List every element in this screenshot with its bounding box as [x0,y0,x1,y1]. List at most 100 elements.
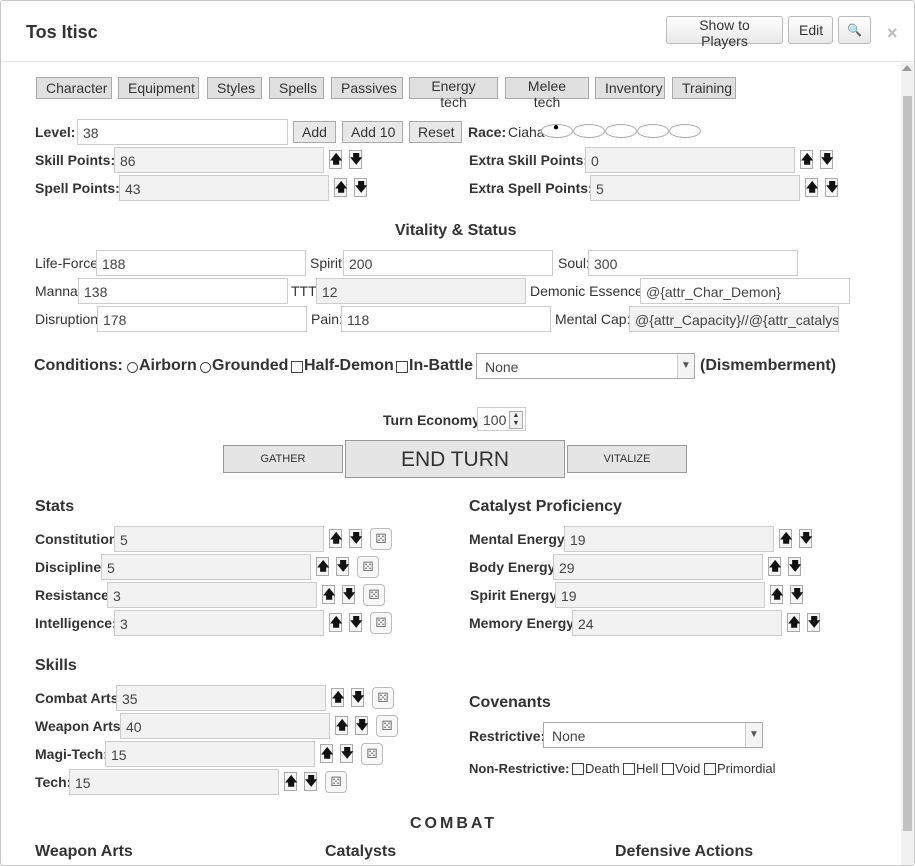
discipline-roll-dice-icon[interactable]: ⚄ [357,556,379,578]
covenant-hell-checkbox[interactable] [623,763,635,775]
extra-spell-points-input[interactable]: 5 [590,175,800,201]
body-energy-up-arrow-icon[interactable]: 🡅 [768,557,781,576]
spirit-energy-input[interactable]: 19 [555,582,765,608]
spirit-energy-down-arrow-icon[interactable]: 🡇 [790,585,803,604]
extra-spell-points-down-arrow-icon[interactable]: 🡇 [825,178,838,197]
search-button[interactable]: 🔍 [838,16,871,44]
intelligence-down-arrow-icon[interactable]: 🡇 [349,613,362,632]
add-level-button[interactable]: Add [293,121,336,143]
close-icon[interactable]: × [887,23,898,44]
magi-tech-roll-dice-icon[interactable]: ⚄ [361,743,383,765]
disruption-input[interactable]: 178 [97,306,307,332]
level-input[interactable]: 38 [77,119,288,145]
resistance-roll-dice-icon[interactable]: ⚄ [363,584,385,606]
skill-points-input[interactable]: 86 [114,147,324,173]
restrictive-select[interactable]: None ▼ [543,722,763,748]
reset-level-button[interactable]: Reset [409,121,462,143]
spell-points-input[interactable]: 43 [119,175,329,201]
tab-character[interactable]: Character [36,77,112,99]
covenant-void-checkbox[interactable] [662,763,674,775]
skill-points-up-arrow-icon[interactable]: 🡅 [329,150,342,169]
dismemberment-select[interactable]: None ▼ [476,353,695,379]
constitution-input[interactable]: 5 [114,526,324,552]
end-turn-button[interactable]: END TURN [345,440,565,478]
airborne-radio[interactable] [127,362,138,373]
tech-down-arrow-icon[interactable]: 🡇 [304,772,317,791]
weapon-arts-input[interactable]: 40 [120,713,330,739]
grounded-radio[interactable] [200,362,211,373]
ttt-input[interactable]: 12 [316,278,526,304]
soul-input[interactable]: 300 [588,250,798,276]
discipline-input[interactable]: 5 [101,554,311,580]
weapon-arts-roll-dice-icon[interactable]: ⚄ [376,715,398,737]
race-option-5[interactable] [669,124,701,138]
in-battle-checkbox[interactable] [396,361,408,373]
manna-input[interactable]: 138 [78,278,288,304]
mental-energy-input[interactable]: 19 [564,526,774,552]
mental-energy-up-arrow-icon[interactable]: 🡅 [779,529,792,548]
combat-arts-roll-dice-icon[interactable]: ⚄ [372,687,394,709]
resistance-up-arrow-icon[interactable]: 🡅 [322,585,335,604]
constitution-up-arrow-icon[interactable]: 🡅 [329,529,342,548]
spirit-energy-up-arrow-icon[interactable]: 🡅 [770,585,783,604]
intelligence-input[interactable]: 3 [114,610,324,636]
spell-points-down-arrow-icon[interactable]: 🡇 [354,178,367,197]
tab-equipment[interactable]: Equipment [118,77,199,99]
memory-energy-down-arrow-icon[interactable]: 🡇 [807,613,820,632]
edit-button[interactable]: Edit [788,16,833,44]
constitution-roll-dice-icon[interactable]: ⚄ [370,528,392,550]
turn-economy-input[interactable]: 100 ▲ ▼ [477,407,526,431]
add-10-levels-button[interactable]: Add 10 [342,121,403,143]
spinner-icon[interactable]: ▲ ▼ [509,411,523,429]
extra-skill-points-up-arrow-icon[interactable]: 🡅 [800,150,813,169]
tab-melee-tech[interactable]: Melee tech [505,77,589,110]
magi-tech-input[interactable]: 15 [105,741,315,767]
resistance-input[interactable]: 3 [107,582,317,608]
mental-cap-input[interactable]: @{attr_Capacity}//@{attr_catalyst_ [629,306,839,332]
covenant-death-checkbox[interactable] [572,763,584,775]
constitution-down-arrow-icon[interactable]: 🡇 [349,529,362,548]
show-to-players-button[interactable]: Show to Players [666,16,783,49]
intelligence-up-arrow-icon[interactable]: 🡅 [329,613,342,632]
memory-energy-up-arrow-icon[interactable]: 🡅 [787,613,800,632]
scrollbar-thumb[interactable] [903,96,912,831]
half-demon-checkbox[interactable] [291,361,303,373]
spirit-input[interactable]: 200 [343,250,553,276]
weapon-arts-up-arrow-icon[interactable]: 🡅 [335,716,348,735]
spell-points-up-arrow-icon[interactable]: 🡅 [334,178,347,197]
tech-roll-dice-icon[interactable]: ⚄ [325,771,347,793]
pain-input[interactable]: 118 [341,306,551,332]
tab-passives[interactable]: Passives [331,77,403,99]
extra-spell-points-up-arrow-icon[interactable]: 🡅 [805,178,818,197]
scroll-up-icon[interactable] [902,65,912,71]
combat-arts-down-arrow-icon[interactable]: 🡇 [351,688,364,707]
gather-button[interactable]: GATHER [223,445,343,473]
extra-skill-points-input[interactable]: 0 [585,147,795,173]
magi-tech-down-arrow-icon[interactable]: 🡇 [340,744,353,763]
magi-tech-up-arrow-icon[interactable]: 🡅 [320,744,333,763]
tech-input[interactable]: 15 [69,769,279,795]
tab-energy-tech[interactable]: Energy tech [409,77,498,110]
tech-up-arrow-icon[interactable]: 🡅 [284,772,297,791]
memory-energy-input[interactable]: 24 [572,610,782,636]
race-option-2[interactable] [573,124,605,138]
mental-energy-down-arrow-icon[interactable]: 🡇 [799,529,812,548]
race-option-1[interactable]: ● [541,122,573,138]
combat-arts-input[interactable]: 35 [116,685,326,711]
tab-training[interactable]: Training [672,77,736,99]
race-option-3[interactable] [605,124,637,138]
life-force-input[interactable]: 188 [96,250,306,276]
body-energy-input[interactable]: 29 [553,554,763,580]
skill-points-down-arrow-icon[interactable]: 🡇 [349,150,362,169]
discipline-down-arrow-icon[interactable]: 🡇 [336,557,349,576]
resistance-down-arrow-icon[interactable]: 🡇 [342,585,355,604]
demonic-essence-input[interactable]: @{attr_Char_Demon} [640,278,850,304]
discipline-up-arrow-icon[interactable]: 🡅 [316,557,329,576]
body-energy-down-arrow-icon[interactable]: 🡇 [788,557,801,576]
vitalize-button[interactable]: VITALIZE [567,445,687,473]
tab-inventory[interactable]: Inventory [595,77,665,99]
extra-skill-points-down-arrow-icon[interactable]: 🡇 [820,150,833,169]
intelligence-roll-dice-icon[interactable]: ⚄ [370,612,392,634]
tab-styles[interactable]: Styles [207,77,262,99]
tab-spells[interactable]: Spells [269,77,324,99]
